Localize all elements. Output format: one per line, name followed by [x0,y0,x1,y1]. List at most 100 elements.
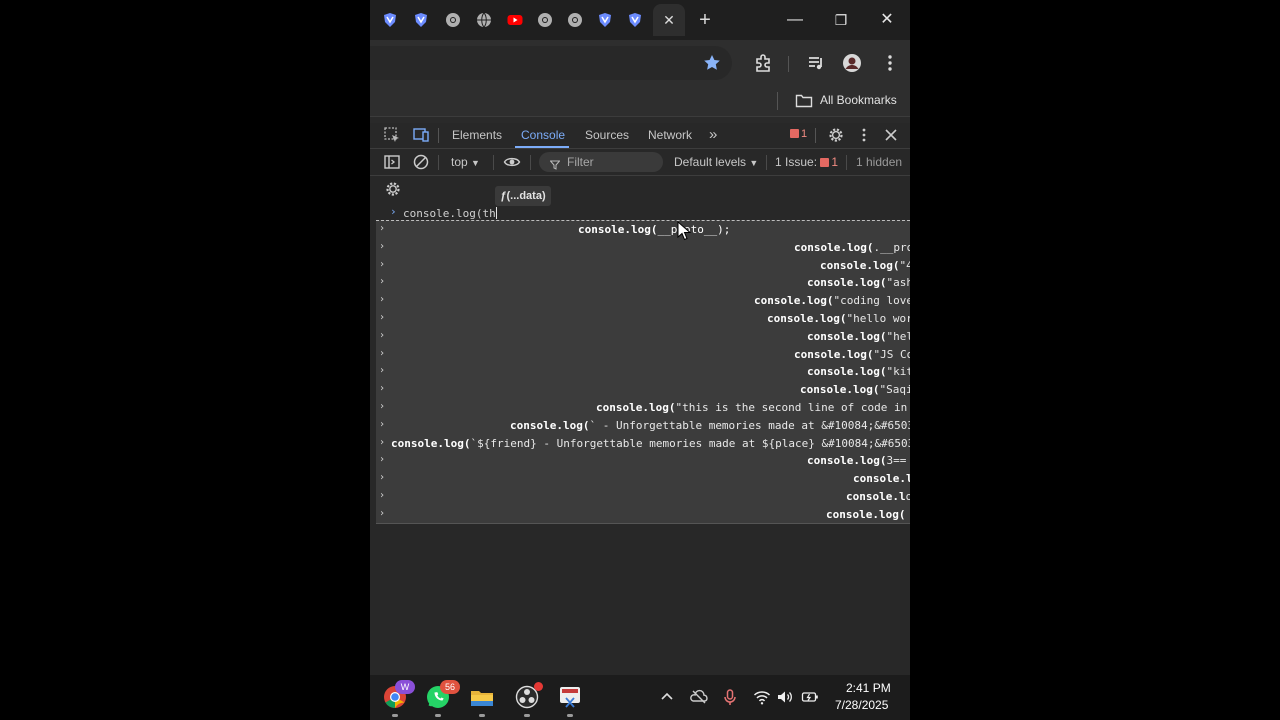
clock-time[interactable]: 2:41 PM [846,681,891,695]
whatsapp-taskbar-icon[interactable]: 56 [426,680,460,709]
autocomplete-item-text: console.log(3== [807,454,907,468]
shield-v-icon[interactable] [382,12,398,28]
autocomplete-item[interactable]: › console.log(` - Unforgettable memories … [376,418,910,436]
error-count-badge[interactable]: 1 [790,128,807,140]
signature-tooltip: ƒ(...data) [495,186,551,206]
address-bar[interactable] [370,46,732,80]
levels-label: Default levels [674,155,747,169]
tab-console[interactable]: Console [521,128,565,142]
chrome-icon[interactable] [537,12,553,28]
file-explorer-icon[interactable] [470,685,494,709]
shield-v-icon[interactable] [597,12,613,28]
chrome-icon[interactable] [567,12,583,28]
close-window-button[interactable]: ✕ [872,8,902,32]
context-selector[interactable]: top ▼ [451,155,480,169]
item-chevron-icon: › [379,507,386,519]
toolbar-divider [766,155,767,170]
autocomplete-item[interactable]: › console.log("JS Co [376,347,910,365]
clock-date[interactable]: 7/28/2025 [835,698,888,712]
autocomplete-item-text: console.log("hel [807,329,910,343]
issues-label: 1 Issue: [775,155,818,169]
autocomplete-list[interactable]: › console.log(__proto__); › console.log(.__… [376,220,910,524]
more-tabs-icon[interactable]: » [709,126,717,143]
autocomplete-item-text: console.log("kit [807,365,910,379]
globe-icon[interactable] [476,12,492,28]
microphone-icon[interactable] [721,688,739,706]
context-label: top [451,155,468,169]
autocomplete-item[interactable]: › console.log(__proto__); [376,222,910,240]
running-indicator [567,714,573,717]
shield-v-icon[interactable] [413,12,429,28]
autocomplete-item-text: console.log("coding love [754,294,910,308]
close-devtools-icon[interactable] [882,126,900,144]
tab-sources[interactable]: Sources [585,128,629,142]
log-levels-dropdown[interactable]: Default levels ▼ [674,155,758,169]
autocomplete-item[interactable]: › console.log("ash [376,275,910,293]
close-tab-icon[interactable]: ✕ [661,12,677,28]
autocomplete-item[interactable]: › console.log("kit [376,364,910,382]
item-chevron-icon: › [379,258,386,270]
taskbar: W 56 2:41 PM 7/28/2025 [370,675,910,720]
filter-funnel-icon [549,157,561,170]
running-indicator [392,714,398,717]
obs-studio-icon[interactable] [515,682,543,709]
issue-flag-icon [820,158,830,167]
autocomplete-item[interactable]: › console.log(.__pro [376,240,910,258]
dropdown-arrow-icon: ▼ [471,158,480,168]
tab-network[interactable]: Network [648,128,692,142]
bookmark-star-icon[interactable] [702,53,722,73]
chrome-icon[interactable] [445,12,461,28]
battery-icon[interactable] [801,688,819,706]
profile-avatar[interactable] [842,53,862,73]
clear-console-icon[interactable] [412,153,430,171]
new-tab-button[interactable]: + [695,10,715,30]
minimize-button[interactable]: — [780,8,810,32]
tab-elements[interactable]: Elements [452,128,502,142]
shield-v-icon[interactable] [627,12,643,28]
toolbar-divider [493,155,494,170]
autocomplete-item[interactable]: › console.log("hel [376,329,910,347]
settings-gear-icon[interactable] [827,126,845,144]
more-menu-icon[interactable] [880,53,900,73]
show-hidden-icons-chevron-icon[interactable] [658,688,676,706]
maximize-button[interactable]: ❐ [826,8,856,32]
wifi-icon[interactable] [753,688,771,706]
recording-dot-icon [534,682,543,691]
console-input[interactable]: console.log(th [403,207,496,220]
item-chevron-icon: › [379,418,386,430]
all-bookmarks-button[interactable]: All Bookmarks [820,93,897,107]
volume-icon[interactable] [776,688,794,706]
autocomplete-item[interactable]: › console.log(3== [376,453,910,471]
autocomplete-item[interactable]: › console.lo [376,489,910,507]
toolbar-divider [438,155,439,170]
media-control-icon[interactable] [806,53,826,73]
toolbar-divider [530,155,531,170]
autocomplete-item[interactable]: › console.log("4 [376,258,910,276]
inspect-element-icon[interactable] [383,126,401,144]
running-indicator [435,714,441,717]
devtools-menu-icon[interactable] [855,126,873,144]
device-toolbar-icon[interactable] [412,126,430,144]
chrome-taskbar-icon[interactable]: W [383,680,415,709]
youtube-icon[interactable] [507,12,523,28]
live-expression-eye-icon[interactable] [503,153,521,171]
active-tab[interactable]: ✕ [653,4,685,36]
autocomplete-item[interactable]: › console.log(`${friend} - Unforgettable … [376,436,910,454]
autocomplete-item[interactable]: › console.log("hello wor [376,311,910,329]
autocomplete-item[interactable]: › console.l [376,471,910,489]
snipping-tool-icon[interactable] [558,685,582,709]
autocomplete-item-text: console.l [853,472,910,486]
onedrive-offline-icon[interactable] [690,688,708,706]
autocomplete-item[interactable]: › console.log("coding love [376,293,910,311]
filter-input[interactable]: Filter [539,152,663,172]
item-chevron-icon: › [379,490,386,501]
extensions-icon[interactable] [753,53,773,73]
console-prompt[interactable]: › console.log(th [370,205,910,221]
autocomplete-item[interactable]: › console.log("this is the second line of… [376,400,910,418]
console-settings-icon[interactable] [384,180,402,198]
item-chevron-icon: › [379,472,386,484]
sidebar-toggle-icon[interactable] [383,153,401,171]
autocomplete-item[interactable]: › console.log( [376,507,910,525]
issues-button[interactable]: 1 Issue: 1 [775,155,838,169]
autocomplete-item[interactable]: › console.log("Saqi [376,382,910,400]
